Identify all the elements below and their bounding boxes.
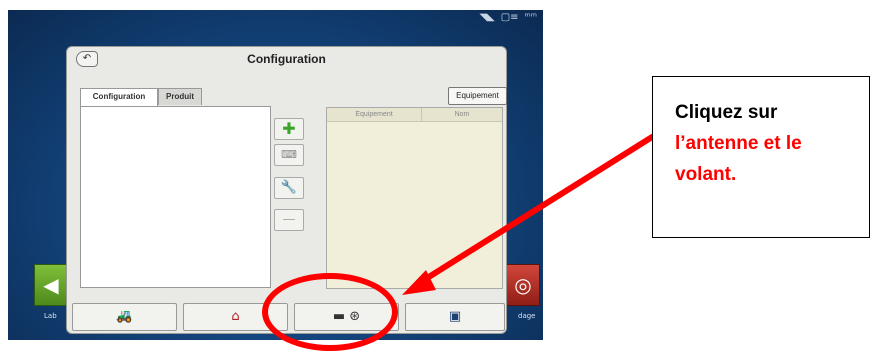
rename-button[interactable]: ⌨ xyxy=(274,144,304,166)
column-header-equipement: Equipement xyxy=(327,108,422,121)
tractor-button[interactable]: 🚜 xyxy=(72,303,177,331)
tab-configuration[interactable]: Configuration xyxy=(80,88,158,107)
steering-wheel-icon: ◎ xyxy=(514,273,532,297)
status-bar: ◥◣ ▢≡ ᵐᵐ xyxy=(479,12,537,23)
highlight-circle xyxy=(262,273,398,351)
tractor-icon: 🚜 xyxy=(116,309,133,324)
callout-text-line1: Cliquez sur xyxy=(675,102,778,123)
wrench-icon: 🔧 xyxy=(280,180,298,195)
equipment-table[interactable]: Equipement Nom xyxy=(326,107,503,289)
keyboard-icon: ⌨ xyxy=(281,148,297,161)
minus-icon: — xyxy=(282,212,296,227)
callout-text-line3: volant. xyxy=(675,164,737,185)
signal-icon: ᵐᵐ xyxy=(524,12,537,23)
gps-antenna-icon: ◥◣ xyxy=(479,12,495,23)
add-button[interactable]: ✚ xyxy=(274,118,304,140)
tab-produit[interactable]: Produit xyxy=(158,88,202,105)
display-icon: ▣ xyxy=(448,309,462,324)
steering-status-icon: ▢≡ xyxy=(500,12,519,23)
plus-icon: ✚ xyxy=(282,119,296,138)
column-header-nom: Nom xyxy=(454,111,470,118)
configuration-list[interactable] xyxy=(80,106,271,288)
background-tile-left-label: Lab xyxy=(44,312,57,320)
remove-button[interactable]: — xyxy=(274,209,304,231)
instruction-callout: Cliquez sur l’antenne et le volant. xyxy=(652,76,870,238)
equipment-button[interactable]: Equipement xyxy=(448,87,507,105)
tutorial-stage: ◥◣ ▢≡ ᵐᵐ ◀ Lab ◎ dage ↶ Configuration Co… xyxy=(0,0,875,353)
arrow-left-icon: ◀ xyxy=(43,273,59,297)
display-button[interactable]: ▣ xyxy=(405,303,505,331)
background-app-tile-left[interactable]: ◀ xyxy=(34,264,68,306)
edit-settings-button[interactable]: 🔧 xyxy=(274,177,304,199)
background-app-tile-right[interactable]: ◎ xyxy=(506,264,540,306)
equipment-table-header: Equipement Nom xyxy=(327,108,502,122)
callout-text-line2: l’antenne et le xyxy=(675,133,802,154)
dialog-title: Configuration xyxy=(247,52,326,66)
background-tile-right-label: dage xyxy=(518,312,536,320)
